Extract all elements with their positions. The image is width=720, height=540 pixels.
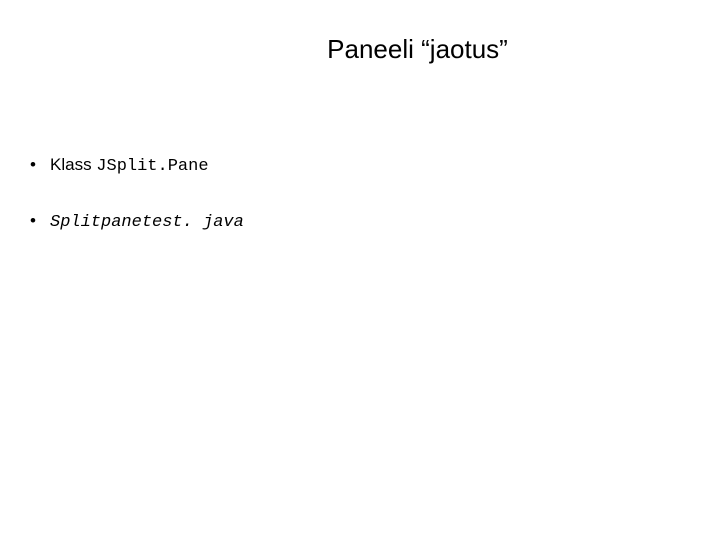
bullet-prefix: Klass [50,155,96,174]
bullet-list: • Klass JSplit.Pane • Splitpanetest. jav… [30,155,690,232]
bullet-text: Splitpanetest. java [50,211,244,232]
slide-container: Paneeli “jaotus” • Klass JSplit.Pane • S… [0,0,720,540]
bullet-marker-icon: • [30,211,50,231]
bullet-text: Klass JSplit.Pane [50,155,209,176]
list-item: • Splitpanetest. java [30,211,690,232]
list-item: • Klass JSplit.Pane [30,155,690,176]
bullet-marker-icon: • [30,155,50,175]
slide-title: Paneeli “jaotus” [145,34,690,65]
bullet-code: JSplit.Pane [96,157,208,176]
bullet-file: Splitpanetest. java [50,213,244,232]
